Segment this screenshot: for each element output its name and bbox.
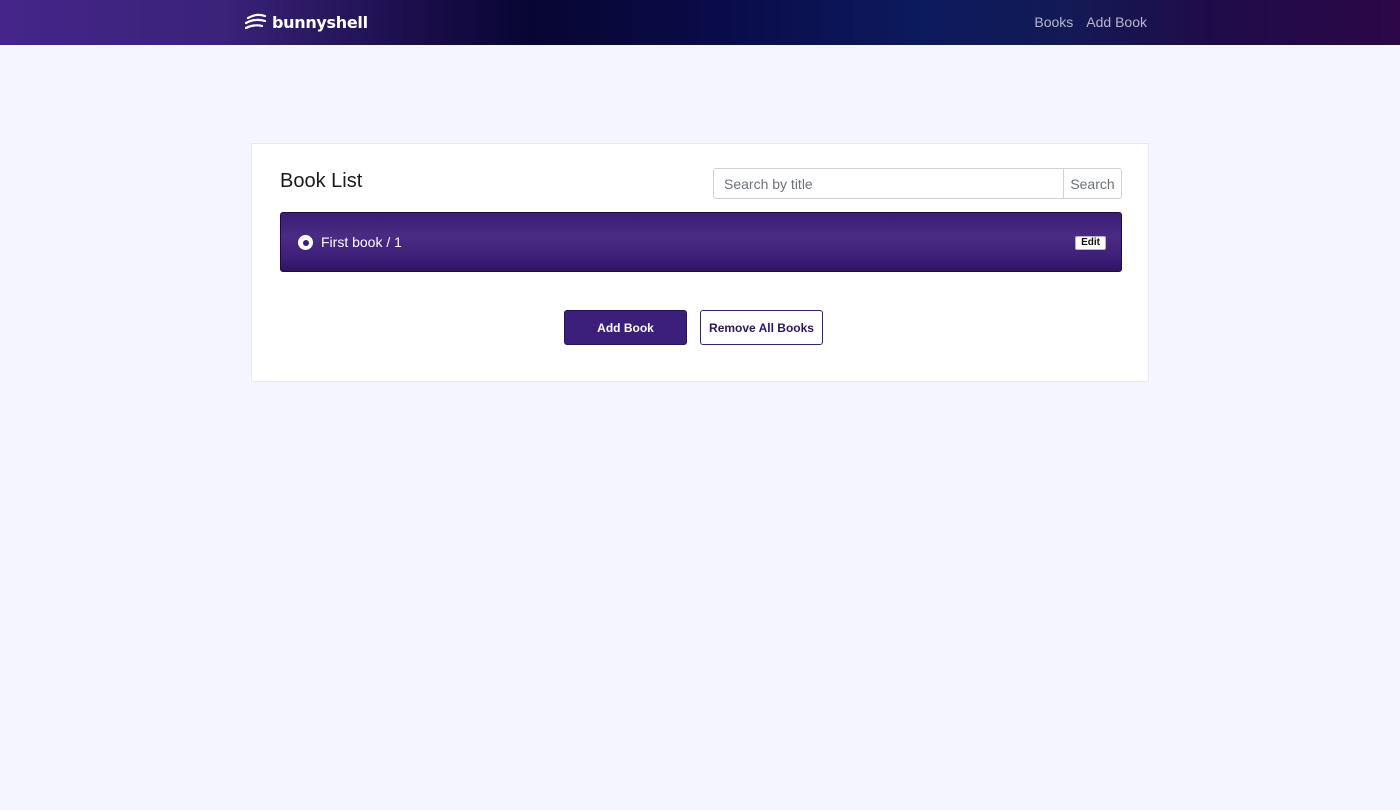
top-navbar: bunnyshell Books Add Book	[0, 0, 1400, 45]
nav-links: Books Add Book	[1034, 14, 1147, 31]
action-buttons: Add Book Remove All Books	[564, 310, 823, 345]
add-book-button[interactable]: Add Book	[564, 310, 687, 345]
book-list-item[interactable]: First book / 1 Edit	[280, 212, 1122, 272]
page-title: Book List	[280, 170, 363, 192]
search-button[interactable]: Search	[1063, 168, 1122, 199]
book-list: First book / 1 Edit	[280, 212, 1122, 272]
book-title-label: First book / 1	[321, 234, 402, 250]
nav-link-add-book[interactable]: Add Book	[1086, 14, 1147, 31]
radio-selected-icon[interactable]	[298, 235, 313, 250]
book-list-card: Book List Search First book / 1 Edit Add…	[251, 143, 1149, 382]
wave-lines-icon	[245, 13, 267, 30]
radio-dot	[302, 239, 309, 246]
brand-name: bunnyshell	[272, 13, 368, 32]
edit-badge[interactable]: Edit	[1075, 236, 1106, 250]
search-group: Search	[713, 168, 1122, 199]
search-input[interactable]	[713, 168, 1063, 199]
nav-link-books[interactable]: Books	[1034, 14, 1073, 31]
brand-logo-link[interactable]: bunnyshell	[245, 12, 368, 34]
remove-all-books-button[interactable]: Remove All Books	[700, 310, 823, 345]
